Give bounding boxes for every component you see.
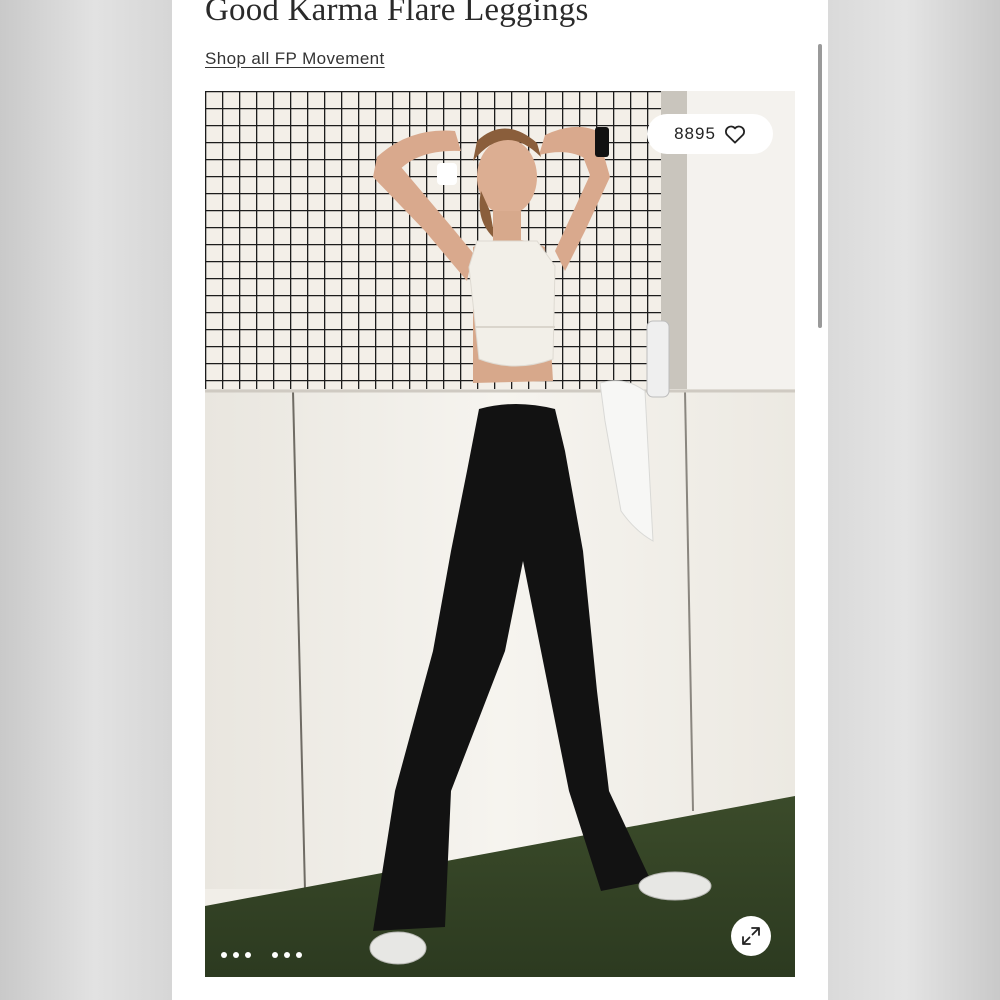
shop-all-link[interactable]: Shop all FP Movement	[205, 49, 385, 69]
product-title: Good Karma Flare Leggings	[205, 0, 589, 28]
expand-arrows-icon	[742, 927, 760, 945]
backdrop-right	[828, 0, 1000, 1000]
scrollbar[interactable]	[818, 44, 822, 328]
heart-outline-icon	[724, 125, 745, 144]
carousel-indicators	[221, 949, 308, 961]
expand-button[interactable]	[731, 916, 771, 956]
carousel-dot[interactable]	[284, 952, 290, 958]
product-photo-illustration	[205, 91, 795, 977]
carousel-dot[interactable]	[221, 952, 227, 958]
carousel-dot[interactable]	[233, 952, 239, 958]
like-count: 8895	[674, 124, 716, 143]
like-button[interactable]: 8895	[647, 114, 773, 154]
carousel-dot[interactable]	[296, 952, 302, 958]
product-panel: Good Karma Flare Leggings Shop all FP Mo…	[172, 0, 828, 1000]
carousel-dot[interactable]	[272, 952, 278, 958]
backdrop-left	[0, 0, 172, 1000]
product-image[interactable]: 8895	[205, 91, 795, 977]
carousel-dot[interactable]	[245, 952, 251, 958]
